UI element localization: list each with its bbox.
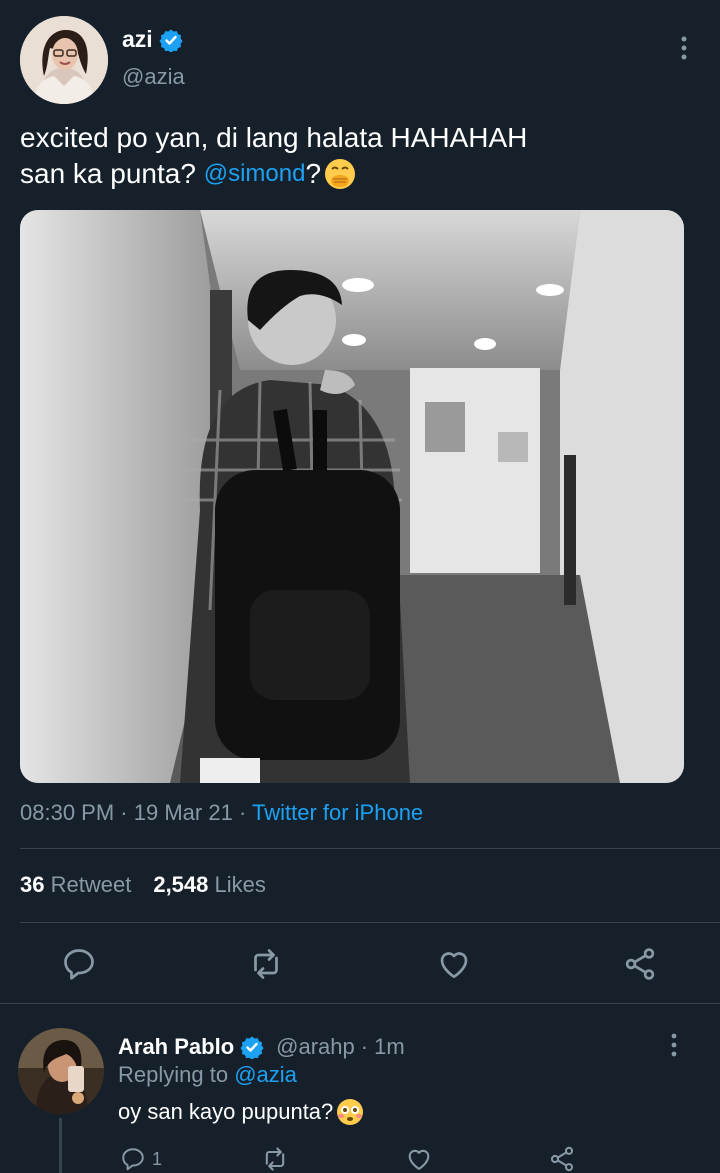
retweet-icon[interactable] [248,946,284,982]
reply-like-action[interactable] [405,1145,433,1173]
author-avatar[interactable] [20,16,108,104]
tweet-separator [0,1003,720,1004]
reply-time-ago: 1m [374,1034,405,1059]
retweet-icon[interactable] [260,1145,290,1173]
divider [20,848,720,849]
reply-count: 1 [152,1148,163,1169]
divider [20,922,720,923]
reply-text: oy san kayo pupunta? [118,1098,364,1126]
tweet-text-suffix: ? [305,158,322,189]
reply-more-options-icon[interactable] [664,1032,684,1058]
face-with-hand-over-mouth-icon [325,159,356,189]
likes-count: 2,548 [153,872,209,897]
tweet-time: 08:30 PM [20,800,115,825]
reply-author-row: Arah Pablo @arahp · 1m [118,1034,405,1060]
retweets-count: 36 [20,872,45,897]
reply-author-name[interactable]: Arah Pablo [118,1034,234,1060]
tweet-date: 19 Mar 21 [133,800,233,825]
reply-author-handle[interactable]: @arahp [276,1034,355,1060]
main-tweet: azi @azia excited po yan, di lang halata… [0,0,720,1005]
replying-to: Replying to @azia [118,1062,297,1088]
likes-stat[interactable]: 2,548 Likes [153,872,266,898]
more-options-icon[interactable] [672,34,696,62]
engagement-stats: 36 Retweet 2,548 Likes [20,872,278,898]
like-heart-icon[interactable] [405,1145,433,1173]
tweet-text: excited po yan, di lang halata HAHAHAH s… [20,120,680,192]
reply-dot-separator: · [360,1034,369,1059]
tweet-photo[interactable] [20,210,684,783]
verified-badge-icon [240,1036,264,1059]
reply-icon[interactable] [120,1146,146,1172]
reply-icon[interactable] [61,946,97,982]
retweets-label: Retweet [50,872,132,897]
tweet-text-line2: san ka punta? @simond ? [20,156,680,192]
share-icon[interactable] [548,1145,576,1173]
verified-badge-icon [159,29,183,52]
author-handle[interactable]: @azia [122,64,185,90]
flushed-face-icon [337,1099,364,1125]
reply-reply-action[interactable]: 1 [120,1145,162,1173]
share-icon[interactable] [622,946,658,982]
reply-retweet-action[interactable] [260,1145,290,1173]
replying-to-prefix: Replying to [118,1062,235,1087]
reply-author-avatar[interactable] [18,1028,104,1114]
likes-label: Likes [214,872,266,897]
tweet-source-link[interactable]: Twitter for iPhone [252,800,423,825]
meta-separator: · [238,800,252,825]
tweet-text-line1: excited po yan, di lang halata HAHAHAH [20,122,528,153]
author-name[interactable]: azi [122,26,183,53]
replying-to-mention[interactable]: @azia [234,1062,297,1087]
reply-share-action[interactable] [548,1145,576,1173]
reply-text-content: oy san kayo pupunta? [118,1099,334,1124]
tweet-text-prefix: san ka punta? [20,158,204,189]
retweets-stat[interactable]: 36 Retweet [20,872,131,898]
author-name-text[interactable]: azi [122,26,153,53]
mention-link[interactable]: @simond [204,156,306,192]
like-heart-icon[interactable] [436,946,472,982]
meta-separator: · [120,800,134,825]
tweet-meta: 08:30 PM · 19 Mar 21 · Twitter for iPhon… [20,800,423,826]
thread-line [59,1118,62,1173]
